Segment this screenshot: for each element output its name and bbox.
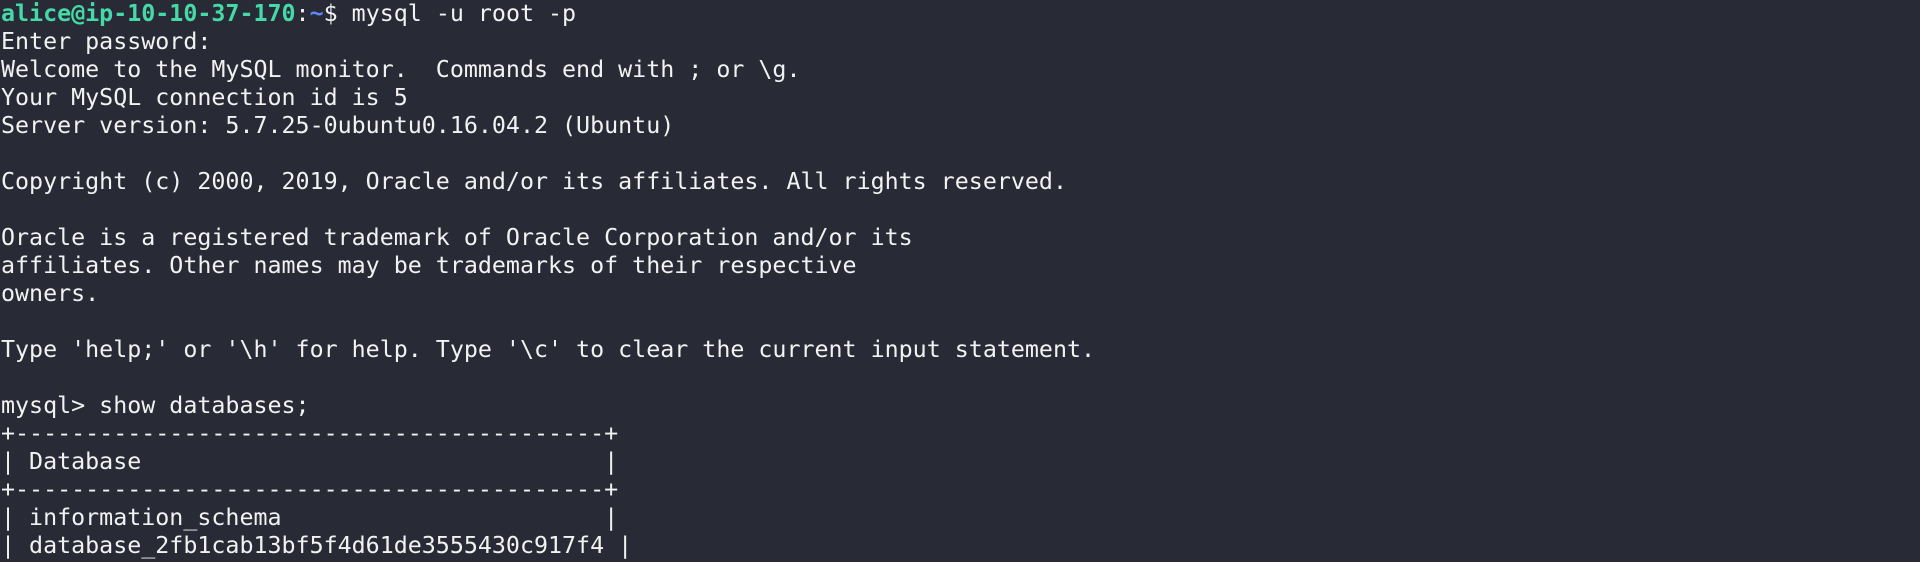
output-trademark-line-1: Oracle is a registered trademark of Orac… bbox=[1, 224, 913, 251]
table-border-top: +---------------------------------------… bbox=[1, 420, 619, 447]
prompt-dollar: $ bbox=[323, 0, 338, 27]
output-blank-line bbox=[1, 196, 1920, 224]
output-blank-line bbox=[1, 308, 1920, 336]
output-trademark-line-3: owners. bbox=[1, 280, 100, 307]
table-header: | Database | bbox=[1, 448, 619, 475]
terminal-window[interactable]: alice@ip-10-10-37-170:~$ mysql -u root -… bbox=[0, 0, 1920, 562]
output-blank-line bbox=[1, 140, 1920, 168]
output-connection-id: Your MySQL connection id is 5 bbox=[1, 84, 408, 111]
table-row: | information_schema | bbox=[1, 504, 619, 531]
output-help: Type 'help;' or '\h' for help. Type '\c'… bbox=[1, 336, 1096, 363]
output-welcome: Welcome to the MySQL monitor. Commands e… bbox=[1, 56, 801, 83]
output-copyright: Copyright (c) 2000, 2019, Oracle and/or … bbox=[1, 168, 1067, 195]
shell-command: mysql -u root -p bbox=[337, 0, 577, 27]
output-trademark-line-2: affiliates. Other names may be trademark… bbox=[1, 252, 857, 279]
table-row: | database_2fb1cab13bf5f4d61de3555430c91… bbox=[1, 532, 633, 559]
prompt-user-host: alice@ip-10-10-37-170 bbox=[1, 0, 296, 27]
output-enter-password: Enter password: bbox=[1, 28, 212, 55]
table-border-mid: +---------------------------------------… bbox=[1, 476, 619, 503]
mysql-prompt-command: mysql> show databases; bbox=[1, 392, 310, 419]
output-server-version: Server version: 5.7.25-0ubuntu0.16.04.2 … bbox=[1, 112, 675, 139]
output-blank-line bbox=[1, 364, 1920, 392]
prompt-path: ~ bbox=[309, 0, 324, 27]
shell-prompt-line: alice@ip-10-10-37-170:~$ mysql -u root -… bbox=[1, 0, 1920, 28]
prompt-colon: : bbox=[295, 0, 310, 27]
